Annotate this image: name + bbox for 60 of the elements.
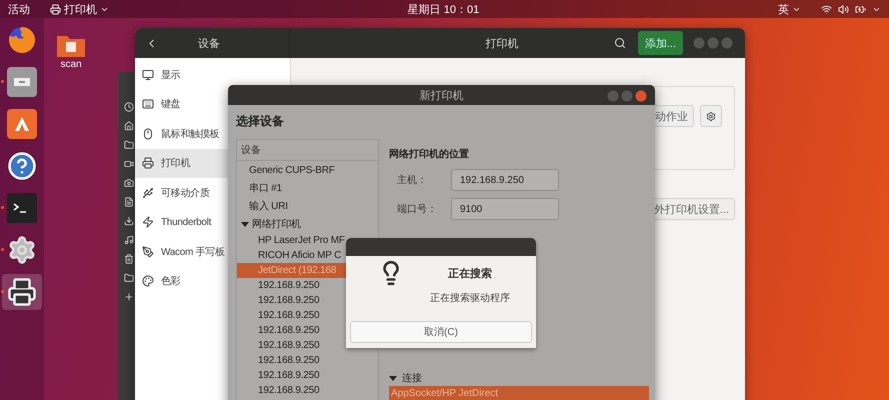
battery-icon[interactable] <box>855 4 866 14</box>
section-title: 设备 <box>198 36 220 50</box>
monitor-icon <box>142 68 154 81</box>
dialog-heading: 选择设备 <box>236 113 285 130</box>
music-icon[interactable] <box>124 235 134 245</box>
search-icon[interactable] <box>614 37 626 49</box>
keyboard-icon <box>142 98 154 110</box>
dialog-message: 正在搜索驱动程序 <box>430 292 510 305</box>
printer-icon <box>142 157 154 170</box>
settings-icon <box>706 110 716 122</box>
settings-button[interactable] <box>700 105 722 127</box>
terminal-icon[interactable] <box>7 193 37 223</box>
home-icon[interactable] <box>124 121 134 131</box>
dialog-title: 正在搜索 <box>448 266 492 281</box>
column-header: 设备 <box>237 140 378 161</box>
pen-icon <box>142 246 154 258</box>
app-menu[interactable]: 打印机 <box>50 2 109 16</box>
host-label: 主机： <box>397 174 428 187</box>
input-method-menu[interactable]: 英 <box>778 2 801 16</box>
device-item[interactable]: 网络打印机 <box>237 215 378 233</box>
wifi-icon[interactable] <box>821 4 832 14</box>
mouse-icon <box>142 128 154 140</box>
camera-icon[interactable] <box>124 178 134 188</box>
palette-icon <box>142 275 154 288</box>
host-field[interactable]: 192.168.9.250 <box>451 169 559 191</box>
document-icon[interactable] <box>124 197 134 207</box>
clock[interactable]: 星期日 10：01 <box>408 2 480 16</box>
port-field[interactable]: 9100 <box>451 198 559 220</box>
device-item[interactable]: 输入 URI <box>237 197 378 215</box>
help-icon[interactable] <box>7 151 37 181</box>
plus-icon[interactable] <box>124 292 134 302</box>
device-item[interactable]: 192.168.9.250 <box>237 383 378 398</box>
file-cabinet-icon[interactable] <box>7 67 37 97</box>
volume-icon[interactable] <box>838 4 849 14</box>
printer-icon[interactable] <box>7 277 37 307</box>
cancel-button[interactable]: 取消(C) <box>350 321 532 343</box>
device-item[interactable]: 192.168.9.250 <box>237 368 378 383</box>
desktop-icon-label[interactable]: scan <box>60 59 82 70</box>
device-item[interactable]: 串口 #1 <box>237 179 378 197</box>
section-heading: 网络打印机的位置 <box>389 148 470 161</box>
lightning-icon <box>142 216 154 228</box>
dialog-title: 新打印机 <box>420 88 464 102</box>
video-icon[interactable] <box>124 159 134 169</box>
window-title: 打印机 <box>485 36 518 50</box>
usb-stick-icon <box>142 186 154 199</box>
trash-icon[interactable] <box>124 254 134 264</box>
sidebar-item[interactable]: 显示 <box>135 60 290 90</box>
port-label: 端口号： <box>397 202 438 216</box>
folder-icon[interactable] <box>124 140 134 150</box>
expander-arrow-icon[interactable] <box>241 220 249 228</box>
add-button[interactable]: 添加... <box>638 31 684 55</box>
clock-icon[interactable] <box>124 102 134 112</box>
expander-arrow-icon[interactable] <box>389 374 397 382</box>
browser-icon[interactable] <box>7 25 37 55</box>
activities-button[interactable]: 活动 <box>8 2 30 16</box>
device-item[interactable]: 192.168.9.250 <box>237 353 378 368</box>
folder-icon[interactable] <box>124 273 134 283</box>
download-icon[interactable] <box>124 216 134 226</box>
printer-icon <box>50 4 61 14</box>
connection-expander[interactable]: 连接 <box>389 371 655 385</box>
